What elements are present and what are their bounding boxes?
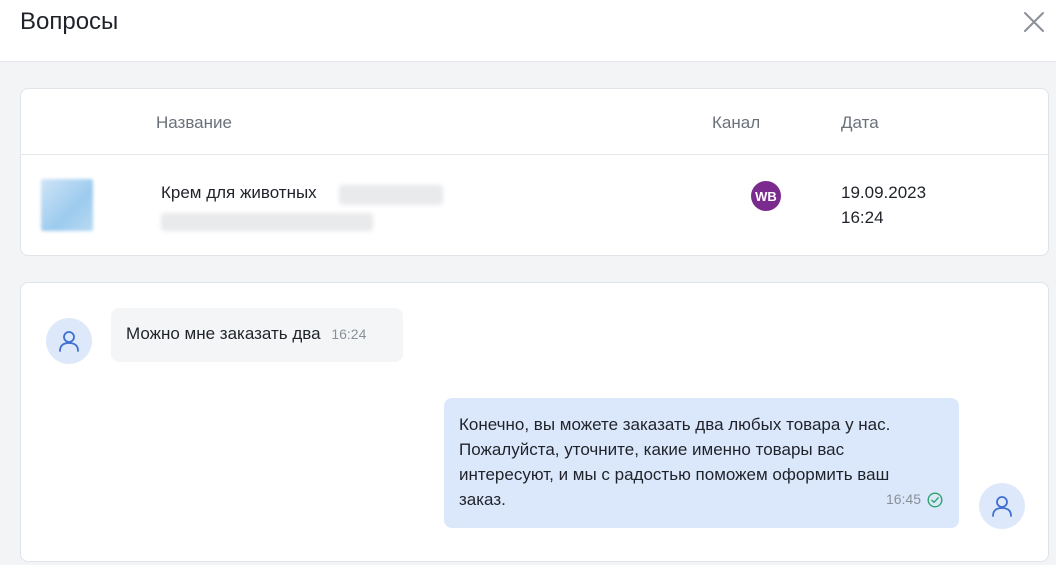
question-time: 16:24: [841, 208, 884, 227]
outgoing-message: Конечно, вы можете заказать два любых то…: [444, 398, 959, 528]
operator-avatar: [979, 483, 1025, 529]
user-icon: [59, 331, 79, 352]
close-icon: [1024, 12, 1044, 32]
outgoing-message-line: интересуют, и мы с радостью поможем офор…: [459, 465, 890, 484]
outgoing-message-line: заказ.: [459, 490, 506, 509]
modal-header: Вопросы: [0, 0, 1056, 62]
chat-panel: Можно мне заказать два 16:24 Конечно, вы…: [20, 282, 1049, 562]
check-circle-icon: [927, 491, 943, 508]
product-table: Название Канал Дата Крем для животных WB…: [20, 88, 1049, 256]
product-name: Крем для животных: [161, 183, 317, 202]
incoming-message-time: 16:24: [331, 326, 367, 342]
column-header-channel[interactable]: Канал: [712, 113, 760, 133]
column-header-date[interactable]: Дата: [841, 113, 879, 133]
channel-badge-wb: WB: [751, 181, 781, 211]
incoming-message-text: Можно мне заказать два: [126, 324, 321, 343]
customer-avatar: [46, 318, 92, 364]
outgoing-message-line: Пожалуйста, уточните, какие именно товар…: [459, 440, 845, 459]
redacted-product-subtitle: [161, 213, 373, 231]
outgoing-message-line: Конечно, вы можете заказать два любых то…: [459, 415, 891, 434]
user-icon: [992, 496, 1012, 517]
close-button[interactable]: [1018, 6, 1050, 38]
page-title: Вопросы: [20, 8, 119, 35]
question-date: 19.09.2023: [841, 183, 927, 202]
table-divider: [21, 154, 1048, 155]
redacted-product-detail: [339, 185, 443, 205]
outgoing-message-meta: 16:45: [886, 487, 943, 512]
product-thumbnail: [41, 179, 93, 231]
incoming-message: Можно мне заказать два 16:24: [111, 308, 403, 362]
outgoing-message-time: 16:45: [885, 491, 921, 507]
column-header-name[interactable]: Название: [156, 113, 232, 133]
